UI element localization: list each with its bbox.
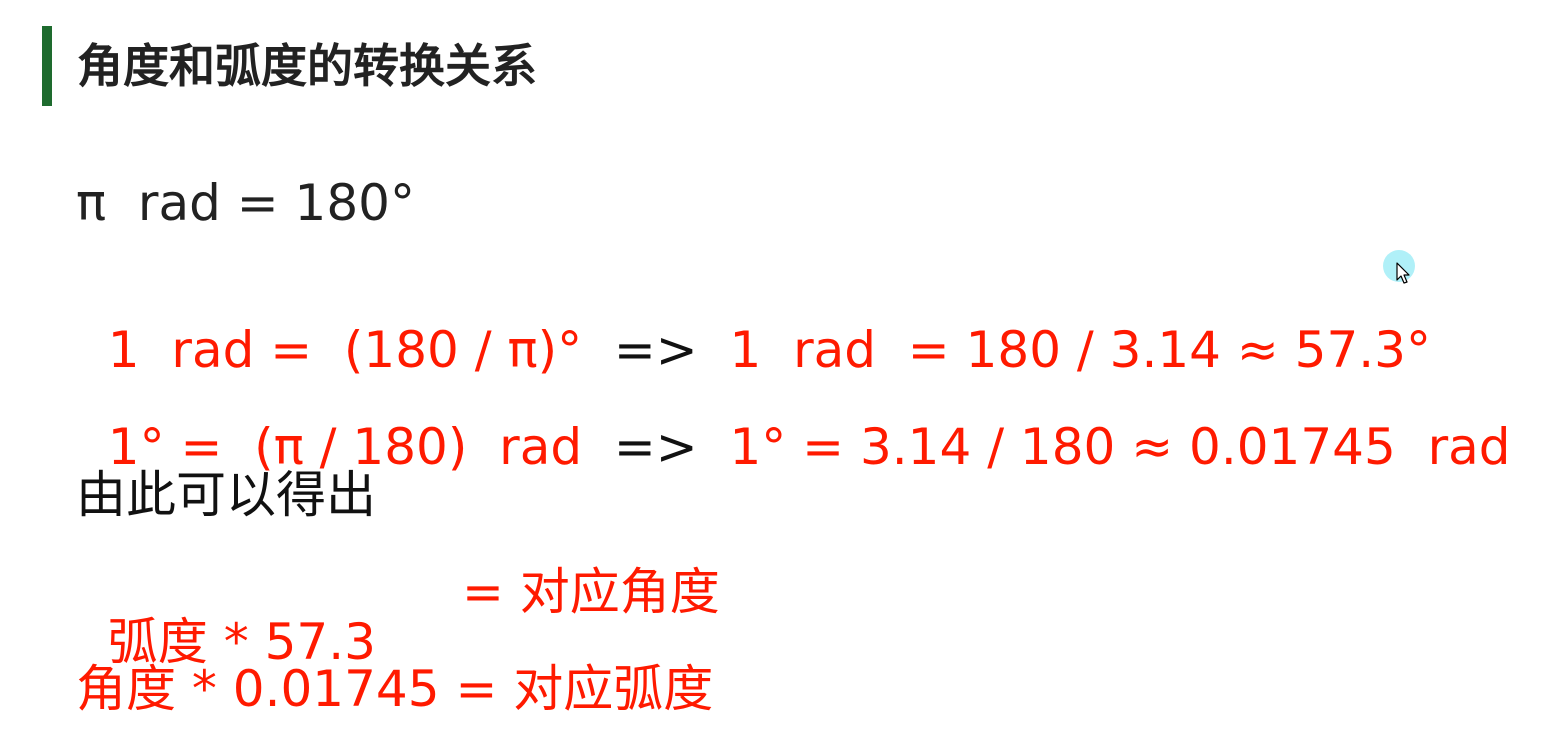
cursor-arrow-icon — [1396, 262, 1410, 284]
section-header: 角度和弧度的转换关系 — [42, 26, 537, 106]
formula-one-rad-right: 1 rad = 180 / 3.14 ≈ 57.3° — [697, 321, 1431, 379]
formula-pi-rad: π rad = 180° — [76, 174, 415, 232]
implies-arrow: => — [613, 321, 698, 379]
page-title: 角度和弧度的转换关系 — [77, 39, 537, 93]
implies-arrow: => — [613, 418, 698, 476]
formula-one-degree: 1° = (π / 180) rad => 1° = 3.14 / 180 ≈ … — [76, 372, 1511, 472]
formula-one-degree-right: 1° = 3.14 / 180 ≈ 0.01745 rad — [697, 418, 1511, 476]
formula-one-rad: 1 rad = (180 / π)° => 1 rad = 180 / 3.14… — [76, 275, 1431, 375]
title-accent-bar — [42, 26, 52, 106]
rule-radian-to-degree: 弧度 * 57.3 = 对应角度 — [76, 567, 720, 667]
conclusion-intro: 由此可以得出 — [76, 466, 376, 524]
rule-degree-to-radian: 角度 * 0.01745 = 对应弧度 — [76, 660, 714, 718]
formula-one-rad-left: 1 rad = (180 / π)° — [107, 321, 614, 379]
rule-radian-to-degree-right: = 对应角度 — [462, 563, 720, 621]
